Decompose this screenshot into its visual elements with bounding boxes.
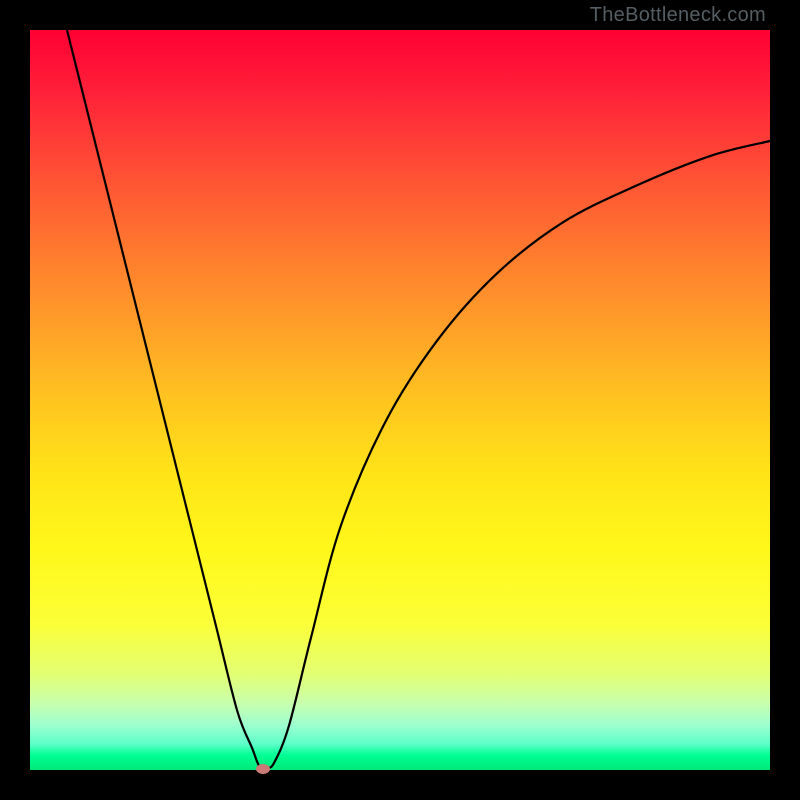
curve-svg (30, 30, 770, 770)
plot-area (30, 30, 770, 770)
attribution-text: TheBottleneck.com (590, 4, 766, 27)
optimum-marker (256, 764, 270, 774)
chart-frame: TheBottleneck.com (0, 0, 800, 800)
bottleneck-curve-path (67, 30, 770, 769)
